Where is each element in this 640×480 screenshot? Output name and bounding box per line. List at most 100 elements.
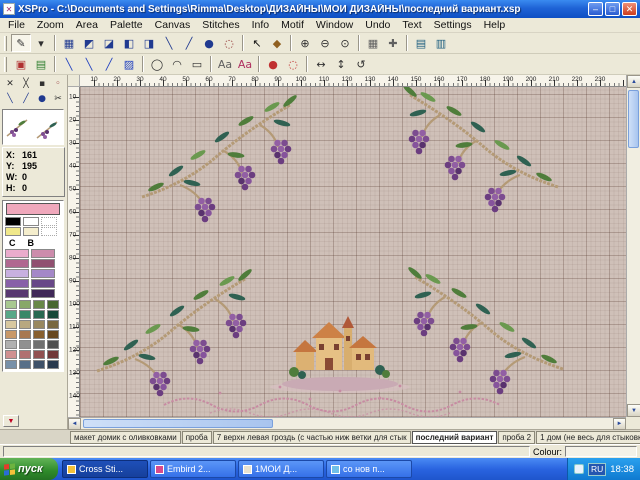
palette-cb-swatch[interactable] bbox=[5, 289, 29, 298]
info-panel-button[interactable]: ▥ bbox=[431, 34, 451, 52]
backstitch-button[interactable]: ╲ bbox=[159, 34, 179, 52]
stitch-canvas[interactable] bbox=[80, 87, 626, 417]
menu-item-area[interactable]: Area bbox=[70, 18, 104, 32]
menu-item-settings[interactable]: Settings bbox=[428, 18, 478, 32]
taskbar-task[interactable]: со нов п... bbox=[326, 460, 412, 478]
palette-cb-swatch[interactable] bbox=[31, 269, 55, 278]
french-knot-button[interactable]: ● bbox=[199, 34, 219, 52]
tray-app-icon[interactable] bbox=[574, 464, 584, 474]
palette-cb-swatch[interactable] bbox=[31, 259, 55, 268]
palette-swatch[interactable] bbox=[23, 217, 39, 226]
palette-swatch[interactable] bbox=[5, 310, 17, 319]
knot-red-button[interactable]: ● bbox=[263, 55, 283, 73]
pattern-tab[interactable]: 7 верхн левая гроздь (с частью ниж ветки… bbox=[213, 431, 411, 444]
palette-swatch[interactable] bbox=[23, 227, 39, 236]
palette-swatch[interactable] bbox=[19, 300, 31, 309]
start-button[interactable]: пуск bbox=[0, 458, 58, 480]
palette-swatch[interactable] bbox=[5, 300, 17, 309]
pattern-tab[interactable]: проба 2 bbox=[498, 431, 535, 444]
palette-swatch[interactable] bbox=[47, 300, 59, 309]
pattern-tab[interactable]: последний вариант bbox=[412, 431, 498, 444]
menu-item-stitches[interactable]: Stitches bbox=[196, 18, 245, 32]
grid-toggle-button[interactable]: ▦ bbox=[363, 34, 383, 52]
menu-item-file[interactable]: File bbox=[2, 18, 31, 32]
scroll-down-button[interactable]: ▼ bbox=[627, 404, 640, 417]
knot-outline-button[interactable]: ◌ bbox=[283, 55, 303, 73]
menu-item-palette[interactable]: Palette bbox=[104, 18, 149, 32]
palette-cb-swatch[interactable] bbox=[31, 249, 55, 258]
palette-swatch[interactable] bbox=[33, 360, 45, 369]
palette-cb-swatch[interactable] bbox=[5, 249, 29, 258]
french-knot-tool[interactable]: ● bbox=[34, 92, 50, 107]
palette-swatch[interactable] bbox=[19, 340, 31, 349]
language-indicator[interactable]: RU bbox=[588, 463, 606, 476]
palette-swatch[interactable] bbox=[19, 360, 31, 369]
minimize-button[interactable]: – bbox=[588, 2, 603, 16]
cut-tool[interactable]: ✂ bbox=[50, 92, 66, 107]
palette-swatch[interactable] bbox=[19, 310, 31, 319]
pattern-tab[interactable]: проба bbox=[182, 431, 212, 444]
half-stitch-top-button[interactable]: ◩ bbox=[79, 34, 99, 52]
palette-swatch[interactable] bbox=[33, 330, 45, 339]
menu-item-canvas[interactable]: Canvas bbox=[149, 18, 197, 32]
palette-cb-swatch[interactable] bbox=[5, 269, 29, 278]
palette-swatch[interactable] bbox=[33, 340, 45, 349]
backstitch-thin-button[interactable]: ╲ bbox=[59, 55, 79, 73]
scroll-left-button[interactable]: ◄ bbox=[68, 418, 81, 430]
palette-swatch[interactable] bbox=[5, 330, 17, 339]
horizontal-scroll-thumb[interactable] bbox=[83, 419, 273, 428]
palette-cb-swatch[interactable] bbox=[31, 289, 55, 298]
backstitch-right-tool[interactable]: ╱ bbox=[18, 92, 34, 107]
half-stitch-bottom-button[interactable]: ◪ bbox=[99, 34, 119, 52]
horizontal-scrollbar[interactable]: ◄ ► bbox=[68, 417, 626, 429]
rectangle-tool-button[interactable]: ▭ bbox=[187, 55, 207, 73]
quarter-stitch-button[interactable]: ◧ bbox=[119, 34, 139, 52]
taskbar-task[interactable]: Cross Sti... bbox=[62, 460, 148, 478]
straight-stitch-button[interactable]: ╱ bbox=[179, 34, 199, 52]
toolbar-handle[interactable] bbox=[4, 57, 7, 72]
three-quarter-stitch-button[interactable]: ◨ bbox=[139, 34, 159, 52]
palette-swatch[interactable] bbox=[5, 360, 17, 369]
zoom-fit-button[interactable]: ⊙ bbox=[335, 34, 355, 52]
palette-swatch[interactable] bbox=[19, 330, 31, 339]
pattern-tab[interactable]: 1 дом (не весь для стыковки) bbox=[536, 431, 640, 444]
palette-cb-swatch[interactable] bbox=[5, 279, 29, 288]
toolbar-handle[interactable] bbox=[4, 36, 7, 51]
pencil-mode-dropdown[interactable]: ▾ bbox=[31, 34, 51, 52]
pattern-tab[interactable]: макет домик с оливковками bbox=[70, 431, 181, 444]
menu-item-window[interactable]: Window bbox=[310, 18, 359, 32]
menu-item-motif[interactable]: Motif bbox=[275, 18, 310, 32]
menu-item-help[interactable]: Help bbox=[478, 18, 512, 32]
palette-swatch[interactable] bbox=[41, 217, 57, 226]
highlight-color-button[interactable]: ▤ bbox=[31, 55, 51, 73]
bead-stitch-tool[interactable]: ◦ bbox=[50, 77, 66, 92]
palette-swatch[interactable] bbox=[33, 300, 45, 309]
circle-tool-button[interactable]: ◯ bbox=[147, 55, 167, 73]
vertical-scrollbar[interactable]: ▲ ▼ bbox=[626, 75, 640, 417]
palette-swatch[interactable] bbox=[5, 217, 21, 226]
mirror-horizontal-button[interactable]: ↔ bbox=[311, 55, 331, 73]
palette-scroll-down-button[interactable]: ▼ bbox=[3, 415, 19, 427]
palette-cb-swatch[interactable] bbox=[31, 279, 55, 288]
palette-swatch[interactable] bbox=[5, 320, 17, 329]
mirror-vertical-button[interactable]: ↕ bbox=[331, 55, 351, 73]
zoom-out-button[interactable]: ⊖ bbox=[315, 34, 335, 52]
text-tool-button[interactable]: Aa bbox=[215, 55, 235, 73]
palette-swatch[interactable] bbox=[47, 310, 59, 319]
vertical-scroll-thumb[interactable] bbox=[628, 90, 639, 148]
center-pattern-button[interactable]: ✚ bbox=[383, 34, 403, 52]
palette-swatch[interactable] bbox=[47, 330, 59, 339]
select-tool-button[interactable]: ↖ bbox=[247, 34, 267, 52]
palette-swatch[interactable] bbox=[5, 350, 17, 359]
full-cross-stitch-tool[interactable]: ✕ bbox=[2, 77, 18, 92]
menu-item-text[interactable]: Text bbox=[396, 18, 427, 32]
fill-tool-button[interactable]: ◆ bbox=[267, 34, 287, 52]
palette-cb-swatch[interactable] bbox=[5, 259, 29, 268]
current-color-swatch[interactable] bbox=[6, 203, 60, 215]
arc-tool-button[interactable]: ◠ bbox=[167, 55, 187, 73]
menu-item-info[interactable]: Info bbox=[246, 18, 276, 32]
scroll-up-button[interactable]: ▲ bbox=[627, 75, 640, 88]
pencil-tool-button[interactable]: ✎ bbox=[11, 34, 31, 52]
zoom-in-button[interactable]: ⊕ bbox=[295, 34, 315, 52]
text-color-button[interactable]: Aa bbox=[235, 55, 255, 73]
